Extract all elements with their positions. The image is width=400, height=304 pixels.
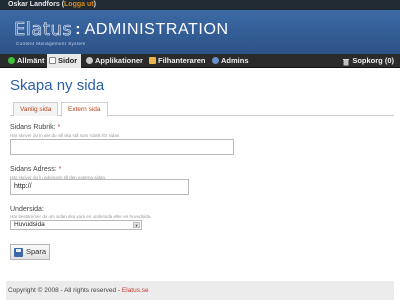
nav-item-label: Filhanteraren xyxy=(158,56,206,65)
gear-icon xyxy=(86,57,93,64)
nav-item-label: Admins xyxy=(221,56,249,65)
rubrik-hint: Här skriver du in det du vill ska stå so… xyxy=(10,133,121,138)
tab-bar: Vanlig sida Extern sida xyxy=(10,102,394,117)
save-label: Spara xyxy=(26,247,47,256)
logo-title: ADMINISTRATION xyxy=(84,21,229,38)
footer-text: Copyright © 2008 - All rights reserved -… xyxy=(8,281,149,300)
page-icon xyxy=(49,57,56,64)
nav-item-applikationer[interactable]: Applikationer xyxy=(84,54,143,68)
tab-vanlig-sida[interactable]: Vanlig sida xyxy=(13,102,59,116)
nav-item-sopkorg[interactable]: Sopkorg (0) xyxy=(341,54,394,68)
save-button[interactable]: Spara xyxy=(10,244,50,260)
footer: Copyright © 2008 - All rights reserved -… xyxy=(6,281,394,300)
trash-icon xyxy=(342,57,350,66)
undersida-label: Undersida: xyxy=(10,206,44,213)
rubrik-label: Sidans Rubrik: * xyxy=(10,124,60,131)
nav-item-label: Sidor xyxy=(58,56,78,65)
username: Oskar Landfors xyxy=(8,1,60,8)
sopkorg-label: Sopkorg (0) xyxy=(352,56,394,65)
main-nav: Allmänt Sidor Applikationer Filhanterare… xyxy=(0,54,400,68)
green-dot-icon xyxy=(8,57,15,64)
adress-label: Sidans Adress: * xyxy=(10,166,61,173)
footer-link[interactable]: Elatus.se xyxy=(122,287,149,294)
disk-icon xyxy=(14,248,23,257)
tab-extern-sida[interactable]: Extern sida xyxy=(61,102,108,117)
page-title: Skapa ny sida xyxy=(10,77,105,94)
nav-item-label: Allmänt xyxy=(17,56,45,65)
logout-link[interactable]: Logga ut xyxy=(64,1,94,8)
nav-item-admins[interactable]: Admins xyxy=(210,54,249,68)
nav-item-sidor[interactable]: Sidor xyxy=(47,54,82,68)
nav-item-label: Applikationer xyxy=(95,56,143,65)
logo-tagline: Content Management System xyxy=(16,41,86,46)
logo-brand: Elatus xyxy=(14,19,73,40)
copyright-text: Copyright © 2008 - All rights reserved - xyxy=(8,287,122,294)
folder-icon xyxy=(149,57,156,64)
rubrik-input[interactable] xyxy=(10,139,234,155)
header: Elatus : ADMINISTRATION Content Manageme… xyxy=(0,10,400,54)
rubrik-label-text: Sidans Rubrik: xyxy=(10,124,56,131)
logo-separator: : xyxy=(75,21,81,38)
required-mark: * xyxy=(58,166,62,173)
user-icon xyxy=(212,57,219,64)
logo[interactable]: Elatus : ADMINISTRATION Content Manageme… xyxy=(14,19,229,46)
undersida-hint: Här bestämmer du om sidan ska vara en un… xyxy=(10,214,152,219)
adress-input[interactable]: http:// xyxy=(10,179,189,195)
user-info: Oskar Landfors (Logga ut) xyxy=(8,1,96,8)
top-bar: Oskar Landfors (Logga ut) xyxy=(0,0,400,10)
adress-label-text: Sidans Adress: xyxy=(10,166,57,173)
nav-item-filhanteraren[interactable]: Filhanteraren xyxy=(147,54,206,68)
undersida-select[interactable]: Huvudsida ▼ xyxy=(10,220,142,230)
undersida-selected: Huvudsida xyxy=(14,221,45,228)
required-mark: * xyxy=(57,124,61,131)
chevron-down-icon[interactable]: ▼ xyxy=(133,222,140,228)
nav-item-allmant[interactable]: Allmänt xyxy=(6,54,45,68)
